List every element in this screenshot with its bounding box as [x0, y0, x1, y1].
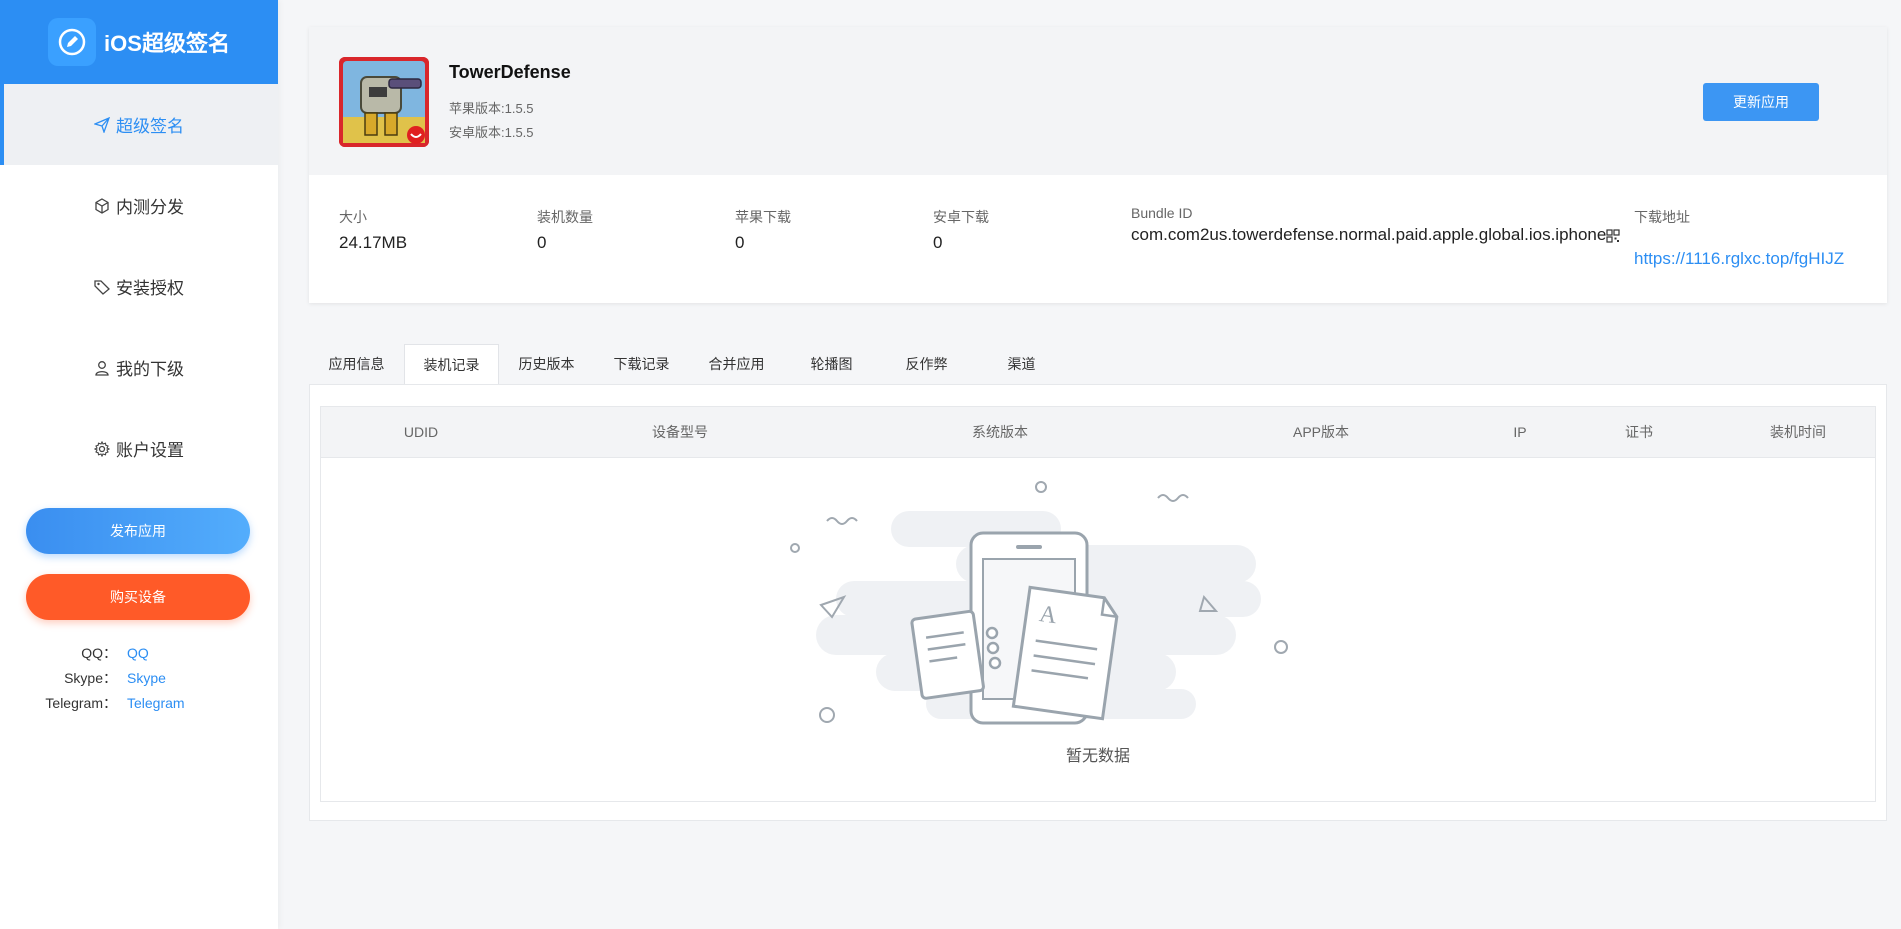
- skype-link[interactable]: Skype: [117, 670, 166, 686]
- tab-merge-apps[interactable]: 合并应用: [689, 344, 784, 384]
- sidebar-item-label: 内测分发: [116, 198, 184, 217]
- stat-android-downloads: 安卓下载 0: [933, 207, 989, 253]
- ios-version: 苹果版本:1.5.5: [449, 101, 534, 116]
- column-header-device-model: 设备型号: [652, 424, 708, 440]
- buy-devices-button[interactable]: 购买设备: [26, 574, 250, 620]
- stat-size: 大小 24.17MB: [339, 207, 407, 253]
- tab-history-versions[interactable]: 历史版本: [499, 344, 594, 384]
- tab-bar: 应用信息 装机记录 历史版本 下载记录 合并应用 轮播图 反作弊 渠道: [309, 344, 1069, 384]
- stat-value: 0: [735, 233, 745, 252]
- gear-icon: [94, 440, 110, 457]
- column-header-os-version: 系统版本: [972, 424, 1028, 440]
- stat-label: 装机数量: [537, 209, 593, 225]
- download-url-link[interactable]: https://1116.rglxc.top/fgHIJZ: [1634, 249, 1844, 269]
- sidebar-item-label: 超级签名: [116, 117, 184, 136]
- empty-state-text: 暂无数据: [1065, 748, 1130, 765]
- stat-value: 0: [933, 233, 943, 252]
- stat-value: 0: [537, 233, 547, 252]
- sidebar-item-install-auth[interactable]: 安装授权: [0, 246, 278, 327]
- brand-title: iOS超级签名: [104, 31, 230, 56]
- qq-link[interactable]: QQ: [117, 645, 149, 661]
- stat-bundle-id: Bundle ID com.com2us.towerdefense.normal…: [1131, 205, 1620, 245]
- stat-label: 安卓下载: [933, 209, 989, 225]
- contact-key: Skype：: [64, 669, 117, 686]
- column-header-install-time: 装机时间: [1770, 424, 1826, 440]
- stat-label: 大小: [339, 209, 367, 225]
- contact-row-qq: QQ： QQ: [0, 640, 278, 665]
- brand-header[interactable]: iOS超级签名: [0, 0, 278, 84]
- user-icon: [95, 360, 109, 376]
- column-header-certificate: 证书: [1625, 424, 1653, 440]
- sidebar-item-label: 账户设置: [116, 441, 184, 460]
- pencil-logo-icon: [48, 18, 97, 66]
- update-app-button[interactable]: 更新应用: [1703, 83, 1819, 121]
- tab-install-records[interactable]: 装机记录: [404, 344, 499, 384]
- app-header: TowerDefense 苹果版本:1.5.5 安卓版本:1.5.5 更新应用: [309, 27, 1887, 175]
- sidebar-item-account-settings[interactable]: 账户设置: [0, 408, 278, 489]
- publish-app-button[interactable]: 发布应用: [26, 508, 250, 554]
- stat-ios-downloads: 苹果下载 0: [735, 207, 791, 253]
- stat-label: 苹果下载: [735, 209, 791, 225]
- sidebar-item-beta-distribution[interactable]: 内测分发: [0, 165, 278, 246]
- install-records-panel: UDID 设备型号 系统版本 APP版本 IP 证书 装机时间 A 暂无数据: [309, 384, 1887, 821]
- qr-code-icon[interactable]: [1606, 228, 1620, 243]
- app-icon: [339, 57, 429, 147]
- tab-carousel[interactable]: 轮播图: [784, 344, 879, 384]
- app-info-card: TowerDefense 苹果版本:1.5.5 安卓版本:1.5.5 更新应用 …: [309, 27, 1887, 303]
- column-header-udid: UDID: [403, 424, 439, 440]
- empty-state: A 暂无数据: [321, 457, 1875, 801]
- contact-row-skype: Skype： Skype: [0, 665, 278, 690]
- contact-row-telegram: Telegram： Telegram: [0, 690, 278, 715]
- tab-anti-cheat[interactable]: 反作弊: [879, 344, 974, 384]
- telegram-link[interactable]: Telegram: [117, 695, 185, 711]
- column-header-ip: IP: [1513, 424, 1527, 440]
- column-header-app-version: APP版本: [1292, 424, 1350, 440]
- sidebar-nav: 超级签名 内测分发 安装授权 我的下级 账户设置: [0, 84, 278, 489]
- sidebar-item-super-sign[interactable]: 超级签名: [0, 84, 278, 165]
- tag-icon: [94, 279, 110, 295]
- send-icon: [94, 116, 110, 133]
- stat-label: 下载地址: [1634, 209, 1690, 225]
- stat-value: 24.17MB: [339, 233, 408, 252]
- contact-key: QQ：: [81, 644, 117, 661]
- install-records-table: UDID 设备型号 系统版本 APP版本 IP 证书 装机时间 A 暂无数据: [320, 406, 1876, 802]
- empty-box-illustration-icon: A: [790, 481, 1288, 725]
- stat-value: com.com2us.towerdefense.normal.paid.appl…: [1131, 225, 1620, 245]
- sidebar: iOS超级签名 超级签名 内测分发 安装授权 我的下级 账户设置 发布应用 购买…: [0, 0, 278, 929]
- stat-installs: 装机数量 0: [537, 207, 593, 253]
- tab-channels[interactable]: 渠道: [974, 344, 1069, 384]
- sidebar-item-subordinates[interactable]: 我的下级: [0, 327, 278, 408]
- sidebar-item-label: 安装授权: [116, 279, 184, 298]
- contact-key: Telegram：: [45, 694, 117, 711]
- bundle-id-text: com.com2us.towerdefense.normal.paid.appl…: [1131, 225, 1607, 244]
- android-version: 安卓版本:1.5.5: [449, 125, 534, 140]
- stat-label: Bundle ID: [1131, 205, 1193, 221]
- tab-app-info[interactable]: 应用信息: [309, 344, 404, 384]
- stat-download-url: 下载地址 https://1116.rglxc.top/fgHIJZ: [1634, 207, 1844, 269]
- table-header: UDID 设备型号 系统版本 APP版本 IP 证书 装机时间: [321, 407, 1875, 458]
- cube-icon: [95, 197, 109, 214]
- sidebar-item-label: 我的下级: [116, 360, 184, 379]
- app-name: TowerDefense: [449, 62, 571, 82]
- tab-download-records[interactable]: 下载记录: [594, 344, 689, 384]
- contact-list: QQ： QQ Skype： Skype Telegram： Telegram: [0, 640, 278, 715]
